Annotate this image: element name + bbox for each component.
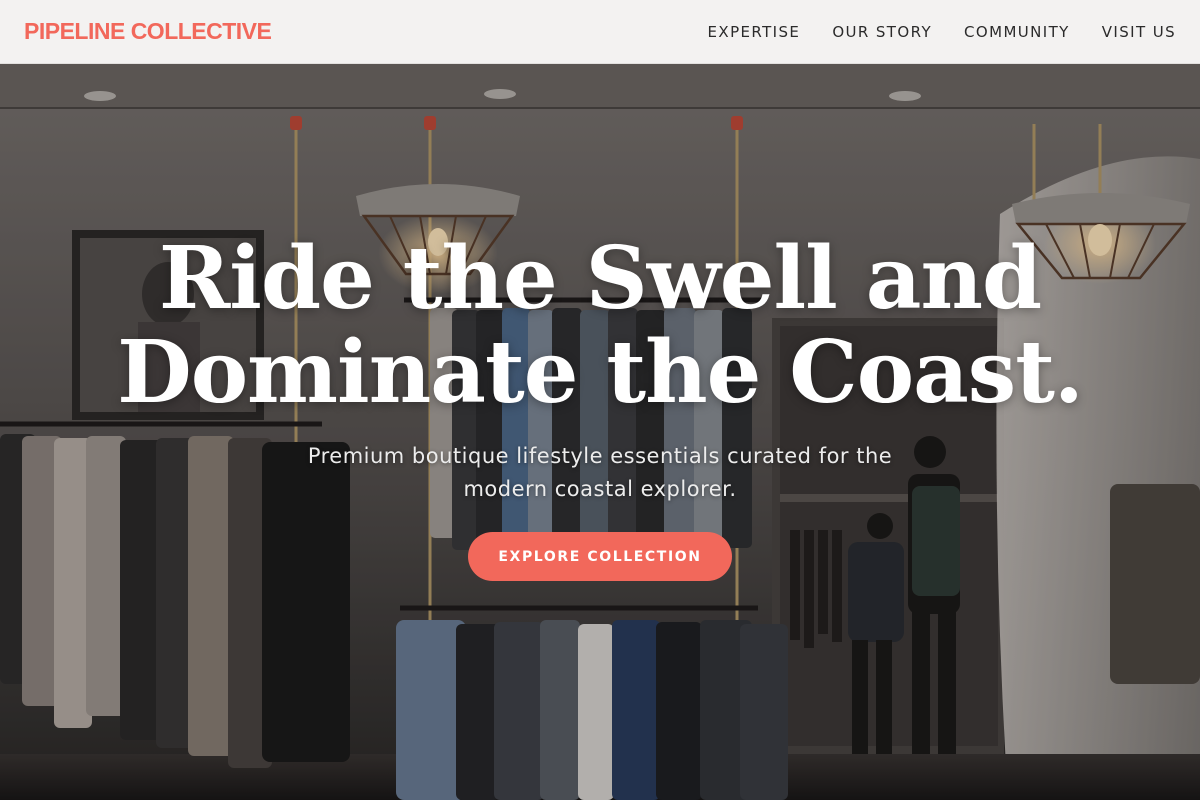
hero-subheading: Premium boutique lifestyle essentials cu… [0, 440, 1200, 506]
hero-content: Ride the Swell and Dominate the Coast. P… [0, 64, 1200, 800]
hero-subheading-line-2: modern coastal explorer. [463, 477, 737, 501]
nav-link-our-story[interactable]: OUR STORY [832, 23, 932, 41]
nav-link-expertise[interactable]: EXPERTISE [708, 23, 801, 41]
hero-headline: Ride the Swell and Dominate the Coast. [0, 232, 1200, 420]
hero-section: Ride the Swell and Dominate the Coast. P… [0, 64, 1200, 800]
main-nav: EXPERTISE OUR STORY COMMUNITY VISIT US [708, 23, 1176, 41]
nav-link-visit-us[interactable]: VISIT US [1102, 23, 1176, 41]
hero-headline-line-1: Ride the Swell and [158, 228, 1042, 329]
hero-subheading-line-1: Premium boutique lifestyle essentials cu… [307, 444, 893, 468]
explore-collection-button[interactable]: EXPLORE COLLECTION [468, 532, 732, 581]
brand-logo-link[interactable]: PIPELINE COLLECTIVE [24, 18, 272, 45]
hero-headline-line-2: Dominate the Coast. [117, 322, 1084, 423]
nav-link-community[interactable]: COMMUNITY [964, 23, 1070, 41]
site-header: PIPELINE COLLECTIVE EXPERTISE OUR STORY … [0, 0, 1200, 64]
